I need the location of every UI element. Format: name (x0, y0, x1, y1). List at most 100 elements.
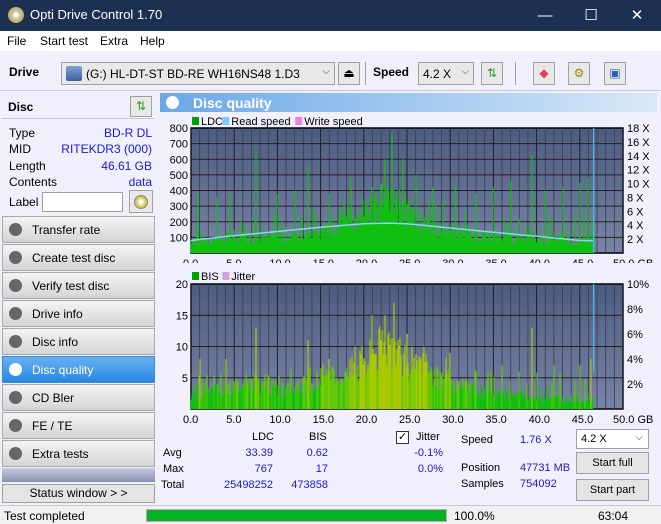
status-window-button[interactable]: Status window > > (2, 484, 155, 503)
progress-fill (147, 510, 446, 521)
x-tick-label: 20.0 (356, 258, 377, 263)
disc-icon (9, 335, 22, 348)
save-button[interactable]: ▣ (604, 62, 626, 85)
y2-tick-label: 12 X (627, 165, 650, 177)
disc-mid-key: MID (9, 142, 31, 156)
minimize-button[interactable]: — (522, 0, 568, 31)
legend-label-write-speed: Write speed (304, 116, 363, 128)
disc-refresh-button[interactable]: ⇅ (130, 96, 152, 117)
bis-column-header: BIS (309, 431, 327, 443)
nav-label: Verify test disc (32, 279, 110, 293)
speed-select[interactable]: 4.2 X ⌵ (418, 62, 474, 85)
eject-icon: ⏏ (343, 66, 355, 80)
test-speed-select[interactable]: 4.2 X ⌵ (576, 429, 649, 449)
samples-value: 754092 (520, 478, 557, 490)
y2-tick-label: 10% (627, 279, 649, 291)
x-tick-label: 45.0 (572, 258, 593, 263)
legend-swatch-write-speed (295, 117, 303, 125)
x-tick-label: 30.0 (442, 258, 463, 263)
chevron-down-icon: ⌵ (322, 66, 330, 77)
x-tick-label: 15.0 (313, 258, 334, 263)
y2-tick-label: 6% (627, 329, 643, 341)
y-tick-label: 700 (170, 139, 188, 151)
nav-disc-info[interactable]: Disc info (2, 328, 155, 355)
drive-select[interactable]: (G:) HL-DT-ST BD-RE WH16NS48 1.D3 ⌵ (61, 62, 335, 85)
menu-file[interactable]: File (7, 34, 26, 48)
ldc-chart: LDC Read speed Write speed 0.0 5.0 10.0 15.0 20… (170, 116, 654, 263)
y2-tick-label: 8 X (627, 192, 644, 204)
nav-label: Transfer rate (32, 223, 101, 237)
disc-type-value: BD-R DL (103, 126, 152, 140)
disc-type-row: Type BD-R DL (9, 126, 152, 142)
samples-label: Samples (461, 478, 504, 490)
avg-bis-value: 0.62 (306, 447, 328, 459)
y-tick-label: 10 (176, 342, 188, 354)
window-title: Opti Drive Control 1.70 (30, 7, 163, 22)
legend-label-ldc: LDC (201, 116, 223, 128)
nav-fe-te[interactable]: FE / TE (2, 412, 155, 439)
menu-extra[interactable]: Extra (100, 34, 128, 48)
nav-transfer-rate[interactable]: Transfer rate (2, 216, 155, 243)
y-tick-label: 600 (170, 154, 188, 166)
main-panel: Disc quality LDC Read speed Write speed 0.0… (158, 91, 661, 505)
menu-start-test[interactable]: Start test (40, 34, 88, 48)
nav-verify-test-disc[interactable]: Verify test disc (2, 272, 155, 299)
max-ldc-value: 767 (254, 463, 273, 475)
y-tick-label: 100 (170, 232, 188, 244)
x-tick-label: 45.0 (572, 414, 593, 426)
nav-create-test-disc[interactable]: Create test disc (2, 244, 155, 271)
y2-tick-label: 18 X (627, 123, 650, 135)
gears-icon: ⚙ (573, 66, 585, 80)
y2-tick-label: 16 X (627, 137, 650, 149)
y2-tick-label: 4% (627, 354, 643, 366)
menu-help[interactable]: Help (140, 34, 165, 48)
close-button[interactable]: ✕ (614, 0, 660, 31)
y-tick-label: 400 (170, 186, 188, 198)
panel-header: Disc quality (160, 93, 657, 112)
total-ldc-value: 25498252 (224, 479, 273, 491)
start-part-button[interactable]: Start part (576, 479, 649, 501)
legend-swatch-ldc (192, 117, 199, 125)
nav-label: Extra tests (32, 447, 89, 461)
y2-tick-label: 10 X (627, 179, 650, 191)
nav-extra-tests[interactable]: Extra tests (2, 440, 155, 467)
x-tick-label: 10.0 (269, 258, 290, 263)
toolbar: Drive (G:) HL-DT-ST BD-RE WH16NS48 1.D3 … (0, 51, 661, 91)
disc-label-input[interactable] (42, 192, 123, 212)
disc-label-button[interactable] (129, 190, 153, 213)
x-tick-label: 40.0 (529, 414, 550, 426)
erase-button[interactable]: ◆ (533, 62, 555, 85)
disc-length-key: Length (9, 159, 46, 173)
position-value: 47731 MB (520, 462, 571, 474)
toolbar-separator (365, 62, 366, 85)
x-tick-label: 35.0 (485, 414, 506, 426)
refresh-button[interactable]: ⇅ (481, 62, 503, 85)
disc-icon (9, 223, 22, 236)
y-tick-label: 5 (182, 373, 188, 385)
panel-title: Disc quality (193, 95, 272, 111)
nav-cd-bler[interactable]: CD Bler (2, 384, 155, 411)
eraser-icon: ◆ (539, 66, 549, 80)
jitter-checkbox[interactable]: ✓ (396, 431, 409, 444)
refresh-arrows-icon: ⇅ (486, 66, 498, 80)
title-bar: Opti Drive Control 1.70 — ☐ ✕ (0, 0, 661, 31)
avg-label: Avg (163, 447, 182, 459)
start-full-button[interactable]: Start full (576, 452, 649, 474)
x-tick-label: 15.0 (313, 414, 334, 426)
disc-length-row: Length 46.61 GB (9, 159, 152, 175)
nav-drive-info[interactable]: Drive info (2, 300, 155, 327)
nav-disc-quality[interactable]: Disc quality (2, 356, 155, 383)
disc-contents-value: data (128, 175, 152, 189)
progress-bar (146, 509, 447, 522)
maximize-button[interactable]: ☐ (568, 0, 614, 31)
stats-panel: LDC BIS Avg 33.39 0.62 Max 767 17 Total … (158, 427, 661, 505)
test-speed-value: 4.2 X (581, 433, 607, 445)
bis-chart: BIS Jitter 0.0 5.0 10.0 15.0 20.0 25.0 30.0 35.0 4… (176, 271, 654, 426)
settings-button[interactable]: ⚙ (568, 62, 590, 85)
eject-button[interactable]: ⏏ (338, 62, 360, 85)
progress-percent: 100.0% (454, 509, 495, 523)
menu-bar: File Start test Extra Help (0, 31, 661, 51)
disc-mid-value: RITEKDR3 (000) (61, 142, 152, 156)
y2-tick-label: 6 X (627, 206, 644, 218)
disc-label-key: Label (9, 195, 39, 209)
